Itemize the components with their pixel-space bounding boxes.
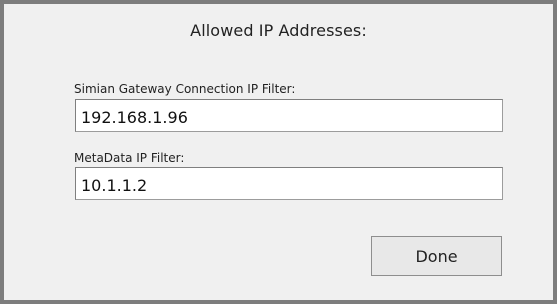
done-button[interactable]: Done bbox=[371, 236, 502, 276]
ip-filter-dialog: Allowed IP Addresses: Simian Gateway Con… bbox=[0, 0, 557, 304]
gateway-ip-filter-label: Simian Gateway Connection IP Filter: bbox=[74, 82, 296, 96]
dialog-title: Allowed IP Addresses: bbox=[190, 21, 367, 40]
metadata-ip-filter-label: MetaData IP Filter: bbox=[74, 151, 185, 165]
metadata-ip-filter-input[interactable] bbox=[75, 167, 503, 200]
gateway-ip-filter-input[interactable] bbox=[75, 99, 503, 132]
